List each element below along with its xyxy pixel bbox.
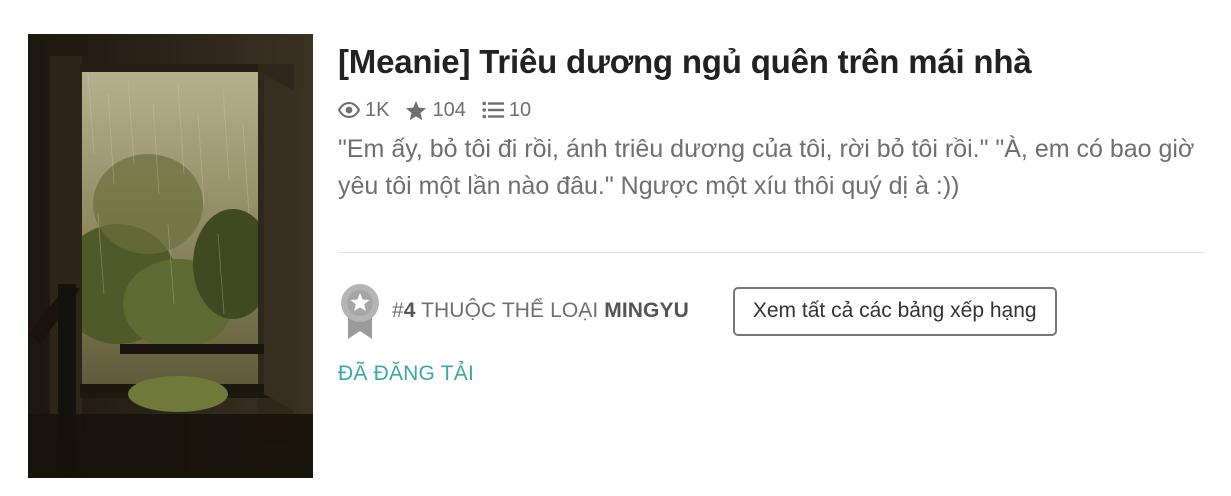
rank-prefix: # bbox=[392, 299, 404, 322]
cover-image bbox=[28, 34, 313, 478]
rank-category[interactable]: MINGYU bbox=[604, 299, 689, 322]
ranking-row: #4 THUỘC THỂ LOẠI MINGYU Xem tất cả các … bbox=[338, 283, 1204, 339]
story-title[interactable]: [Meanie] Triêu dương ngủ quên trên mái n… bbox=[338, 40, 1204, 84]
ranking-text: #4 THUỘC THỂ LOẠI MINGYU bbox=[392, 299, 689, 323]
reads-stat: 1K bbox=[338, 99, 389, 122]
story-info: [Meanie] Triêu dương ngủ quên trên mái n… bbox=[338, 40, 1204, 205]
list-icon bbox=[482, 101, 504, 119]
parts-stat: 10 bbox=[482, 99, 531, 122]
story-cover[interactable] bbox=[28, 34, 313, 478]
story-description: "Em ấy, bỏ tôi đi rồi, ánh triêu dương c… bbox=[338, 135, 1195, 200]
rank-number: 4 bbox=[403, 299, 416, 322]
ribbon-star-icon bbox=[341, 284, 379, 339]
parts-count: 10 bbox=[508, 98, 532, 121]
votes-stat: 104 bbox=[405, 98, 466, 122]
story-stats: 1K 104 10 bbox=[338, 96, 1204, 124]
rank-middle: THUỘC THỂ LOẠI bbox=[415, 299, 605, 322]
votes-count: 104 bbox=[432, 98, 466, 121]
reads-count: 1K bbox=[365, 98, 390, 121]
star-icon bbox=[406, 100, 427, 120]
published-status: ĐÃ ĐĂNG TẢI bbox=[338, 362, 475, 385]
divider bbox=[338, 252, 1204, 253]
view-all-rankings-button[interactable]: Xem tất cả các bảng xếp hạng bbox=[732, 286, 1057, 336]
eye-icon bbox=[338, 102, 360, 118]
